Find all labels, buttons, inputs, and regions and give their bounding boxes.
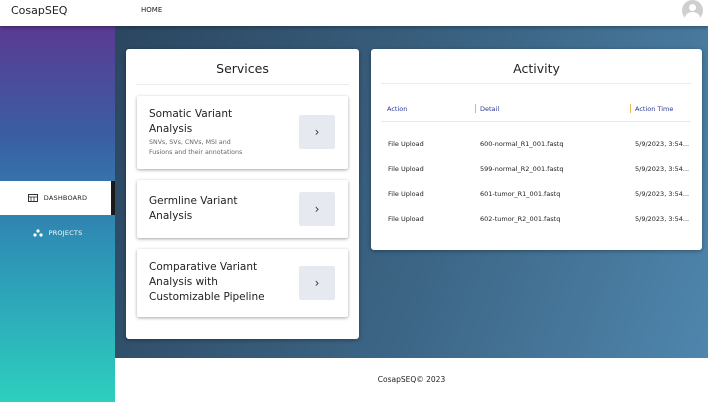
table-cell-detail: 601-tumor_R1_001.fastq: [480, 190, 561, 198]
table-cell-time: 5/9/2023, 3:54...: [635, 140, 690, 148]
service-germline-variant[interactable]: Germline Variant Analysis ›: [137, 180, 348, 238]
service-title-line: Comparative Variant: [149, 261, 258, 273]
service-subtitle: SNVs, SVs, CNVs, MSI and Fusions and the…: [149, 138, 259, 157]
service-subtitle-line: SNVs, SVs, CNVs, MSI and: [149, 139, 231, 146]
column-header-detail[interactable]: Detail: [480, 105, 499, 113]
table-cell-action: File Upload: [388, 215, 424, 223]
brand-logo[interactable]: CosapSEQ: [11, 4, 67, 17]
service-title-line: Customizable Pipeline: [149, 291, 265, 303]
column-separator: [475, 104, 476, 113]
chevron-right-icon: ›: [314, 276, 320, 290]
table-header-rule: [381, 121, 691, 122]
open-service-button[interactable]: ›: [299, 115, 335, 149]
open-service-button[interactable]: ›: [299, 266, 335, 300]
sidebar-item-projects[interactable]: PROJECTS: [0, 216, 115, 250]
table-cell-action: File Upload: [388, 165, 424, 173]
chevron-right-icon: ›: [314, 125, 320, 139]
service-comparative-variant[interactable]: Comparative Variant Analysis with Custom…: [137, 249, 348, 317]
table-cell-detail: 599-normal_R2_001.fastq: [480, 165, 564, 173]
table-cell-time: 5/9/2023, 3:54...: [635, 190, 690, 198]
service-title-line: Somatic Variant: [149, 108, 233, 120]
sidebar-item-label: DASHBOARD: [43, 194, 88, 202]
sidebar-item-label: PROJECTS: [48, 229, 83, 237]
user-avatar-icon[interactable]: [682, 0, 703, 21]
top-bar: CosapSEQ HOME: [0, 0, 708, 26]
avatar-body: [685, 12, 700, 21]
footer: CosapSEQ© 2023: [115, 358, 708, 402]
column-header-action-time[interactable]: Action Time: [635, 105, 673, 113]
open-service-button[interactable]: ›: [299, 192, 335, 226]
sidebar-item-dashboard[interactable]: DASHBOARD: [0, 181, 115, 215]
service-title: Somatic Variant Analysis: [149, 107, 232, 137]
dashboard-icon: [27, 194, 38, 202]
table-cell-action: File Upload: [388, 140, 424, 148]
sidebar: DASHBOARD PROJECTS: [0, 26, 115, 402]
table-cell-detail: 600-normal_R1_001.fastq: [480, 140, 564, 148]
table-cell-action: File Upload: [388, 190, 424, 198]
service-title: Germline Variant Analysis: [149, 194, 238, 224]
column-header-action[interactable]: Action: [387, 105, 407, 113]
service-subtitle-line: Fusions and their annotations: [149, 148, 243, 156]
divider: [381, 83, 692, 84]
chevron-right-icon: ›: [314, 202, 320, 216]
service-title-line: Analysis: [149, 123, 193, 135]
table-cell-time: 5/9/2023, 3:54...: [635, 215, 690, 223]
column-separator: [630, 104, 631, 113]
service-somatic-variant[interactable]: Somatic Variant Analysis SNVs, SVs, CNVs…: [137, 96, 348, 169]
service-title-line: Analysis with: [149, 276, 218, 288]
main-content: Services Somatic Variant Analysis SNVs, …: [115, 26, 708, 358]
service-title-line: Germline Variant: [149, 195, 238, 207]
activity-card: Activity Action Detail Action Time File …: [371, 49, 702, 250]
nav-home-link[interactable]: HOME: [141, 6, 162, 14]
footer-copyright: CosapSEQ© 2023: [377, 375, 446, 384]
avatar-head: [689, 4, 696, 11]
projects-icon: [32, 229, 43, 237]
table-cell-time: 5/9/2023, 3:54...: [635, 165, 690, 173]
service-title: Comparative Variant Analysis with Custom…: [149, 260, 265, 305]
services-card: Services Somatic Variant Analysis SNVs, …: [126, 49, 359, 339]
table-cell-detail: 602-tumor_R2_001.fastq: [480, 215, 561, 223]
service-title-line: Analysis: [149, 210, 193, 222]
services-title: Services: [216, 61, 269, 76]
divider: [136, 84, 349, 85]
activity-title: Activity: [513, 61, 560, 76]
